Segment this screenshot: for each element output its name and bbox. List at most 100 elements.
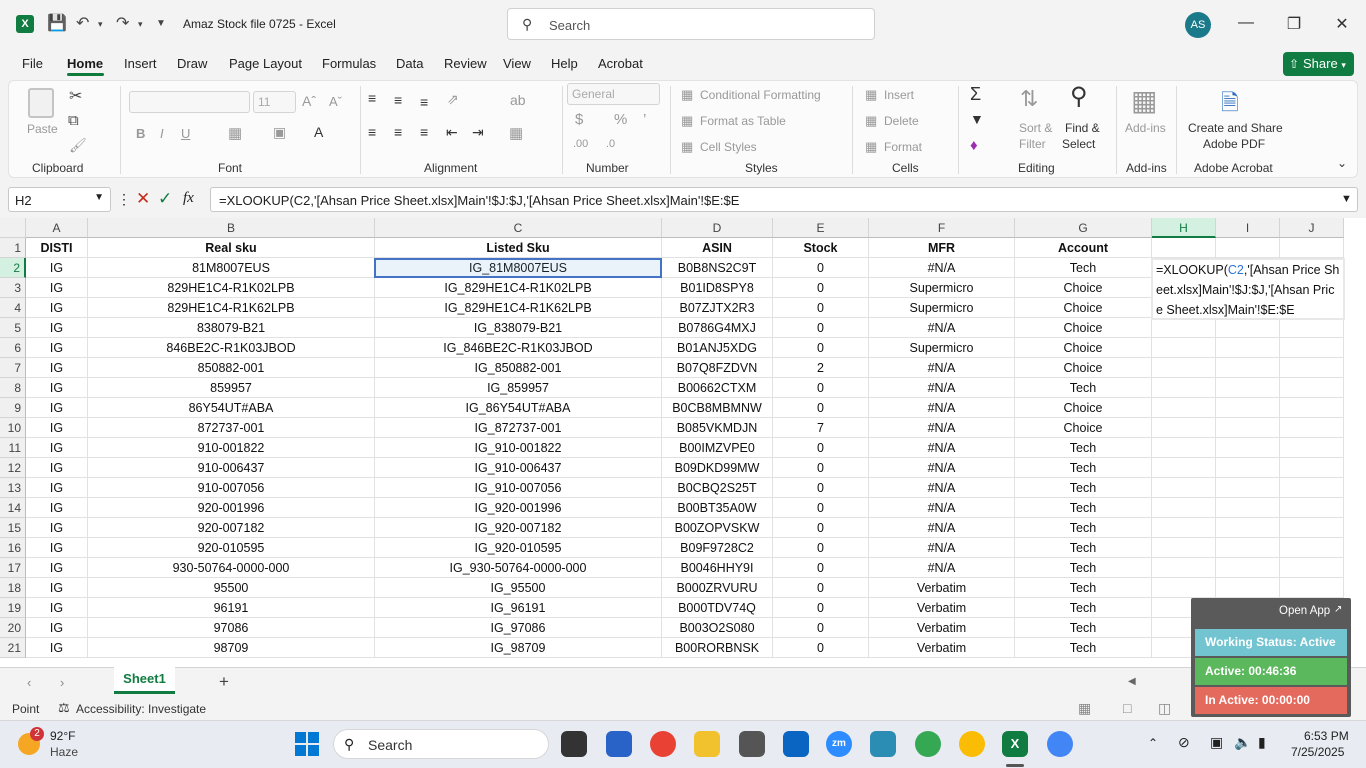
table-cell[interactable]: IG [26, 458, 88, 478]
table-cell[interactable] [1152, 338, 1216, 358]
decrease-font-icon[interactable]: Aˇ [329, 94, 342, 109]
create-share-pdf-button[interactable]: Create and Share [1188, 121, 1283, 135]
table-cell[interactable] [1152, 458, 1216, 478]
table-cell[interactable]: #N/A [869, 538, 1015, 558]
table-cell[interactable]: Choice [1015, 358, 1152, 378]
table-cell[interactable]: Choice [1015, 338, 1152, 358]
collapse-ribbon-icon[interactable]: ⌄ [1337, 156, 1347, 170]
table-cell[interactable] [1216, 418, 1280, 438]
row-header[interactable]: 13 [0, 478, 26, 498]
number-format-select[interactable]: General [567, 83, 660, 105]
table-cell[interactable] [1216, 578, 1280, 598]
spreadsheet-grid[interactable]: ABCDEFGHIJ 1 DISTI Real sku Listed Sku ASIN S… [0, 218, 1366, 667]
chrome-profile2-icon[interactable] [959, 731, 985, 757]
clock-time[interactable]: 6:53 PM [1304, 729, 1349, 743]
column-title-cell[interactable]: Stock [773, 238, 869, 258]
format-painter-icon[interactable]: 🖌 [69, 137, 87, 154]
table-cell[interactable] [1216, 538, 1280, 558]
table-cell[interactable]: 910-001822 [88, 438, 375, 458]
table-cell[interactable]: Tech [1015, 438, 1152, 458]
table-cell[interactable]: Verbatim [869, 598, 1015, 618]
row-header[interactable]: 16 [0, 538, 26, 558]
table-cell[interactable]: 81M8007EUS [88, 258, 375, 278]
next-sheet-icon[interactable]: › [60, 675, 64, 690]
table-cell[interactable]: IG_829HE1C4-R1K02LPB [375, 278, 662, 298]
table-cell[interactable]: Supermicro [869, 278, 1015, 298]
table-cell[interactable]: Tech [1015, 538, 1152, 558]
table-cell[interactable]: B0CB8MBMNW [662, 398, 773, 418]
align-center-icon[interactable]: ≡ [394, 124, 402, 140]
volume-icon[interactable]: 🔈 [1234, 734, 1251, 751]
conditional-formatting-button[interactable]: Conditional Formatting [700, 88, 821, 102]
battery-icon[interactable]: ▮ [1258, 734, 1266, 751]
table-cell[interactable]: Supermicro [869, 298, 1015, 318]
table-cell[interactable]: Choice [1015, 298, 1152, 318]
open-app-button[interactable]: Open App [1279, 605, 1330, 617]
table-cell[interactable] [1280, 378, 1344, 398]
table-cell[interactable]: Tech [1015, 498, 1152, 518]
tab-help[interactable]: Help [551, 56, 578, 71]
table-cell[interactable]: 850882-001 [88, 358, 375, 378]
clear-icon[interactable]: ♦ [970, 137, 978, 154]
create-share-pdf-button-line2[interactable]: Adobe PDF [1203, 137, 1265, 151]
align-left-icon[interactable]: ≡ [368, 124, 376, 140]
format-cells-button[interactable]: Format [884, 140, 922, 154]
tab-home[interactable]: Home [67, 56, 103, 71]
table-cell[interactable]: IG [26, 538, 88, 558]
calculator-icon[interactable] [739, 731, 765, 757]
table-cell[interactable]: #N/A [869, 438, 1015, 458]
table-cell[interactable]: Tech [1015, 638, 1152, 658]
table-cell[interactable]: IG [26, 438, 88, 458]
zoom-icon[interactable]: zm [826, 731, 852, 757]
table-cell[interactable]: IG [26, 278, 88, 298]
table-cell[interactable] [1216, 358, 1280, 378]
table-cell[interactable]: IG [26, 298, 88, 318]
table-cell[interactable]: IG_838079-B21 [375, 318, 662, 338]
table-cell[interactable]: Choice [1015, 318, 1152, 338]
table-cell[interactable]: IG_86Y54UT#ABA [375, 398, 662, 418]
add-sheet-icon[interactable]: + [219, 672, 229, 692]
column-header-b[interactable]: B [88, 218, 375, 238]
task-view-icon[interactable] [561, 731, 587, 757]
row-header[interactable]: 4 [0, 298, 26, 318]
table-cell[interactable]: Tech [1015, 458, 1152, 478]
chrome-profile-icon[interactable] [915, 731, 941, 757]
row-header[interactable]: 3 [0, 278, 26, 298]
column-header-g[interactable]: G [1015, 218, 1152, 238]
table-cell[interactable] [1216, 498, 1280, 518]
table-cell[interactable]: IG_910-001822 [375, 438, 662, 458]
windows-start-icon[interactable] [295, 732, 319, 756]
font-name-select[interactable] [129, 91, 250, 113]
table-cell[interactable]: 95500 [88, 578, 375, 598]
tab-review[interactable]: Review [444, 56, 487, 71]
table-cell[interactable]: 838079-B21 [88, 318, 375, 338]
table-cell[interactable] [1280, 578, 1344, 598]
table-cell[interactable]: IG_872737-001 [375, 418, 662, 438]
underline-icon[interactable]: U [181, 126, 190, 141]
sort-filter-button[interactable]: Sort & [1019, 121, 1052, 135]
table-cell[interactable]: 2 [773, 358, 869, 378]
customize-qat-icon[interactable]: ▼ [156, 14, 166, 34]
table-cell[interactable]: B085VKMDJN [662, 418, 773, 438]
name-box[interactable]: H2 ▼ [8, 187, 111, 212]
clock-date[interactable]: 7/25/2025 [1291, 745, 1344, 759]
row-header[interactable]: 7 [0, 358, 26, 378]
table-cell[interactable] [1216, 478, 1280, 498]
table-cell[interactable]: 0 [773, 398, 869, 418]
table-cell[interactable]: B00IMZVPE0 [662, 438, 773, 458]
table-cell[interactable] [1216, 558, 1280, 578]
table-cell[interactable] [1280, 338, 1344, 358]
table-cell[interactable]: IG [26, 398, 88, 418]
table-cell[interactable]: 98709 [88, 638, 375, 658]
table-cell[interactable]: IG [26, 338, 88, 358]
table-cell[interactable]: IG_98709 [375, 638, 662, 658]
table-cell[interactable]: 0 [773, 558, 869, 578]
column-title-cell[interactable] [1152, 238, 1216, 258]
font-size-select[interactable]: 11 [253, 91, 296, 113]
row-header[interactable]: 5 [0, 318, 26, 338]
table-cell[interactable]: B01ANJ5XDG [662, 338, 773, 358]
column-title-cell[interactable] [1216, 238, 1280, 258]
table-cell[interactable] [1280, 558, 1344, 578]
sort-filter-button-line2[interactable]: Filter [1019, 137, 1046, 151]
table-cell[interactable]: 910-006437 [88, 458, 375, 478]
